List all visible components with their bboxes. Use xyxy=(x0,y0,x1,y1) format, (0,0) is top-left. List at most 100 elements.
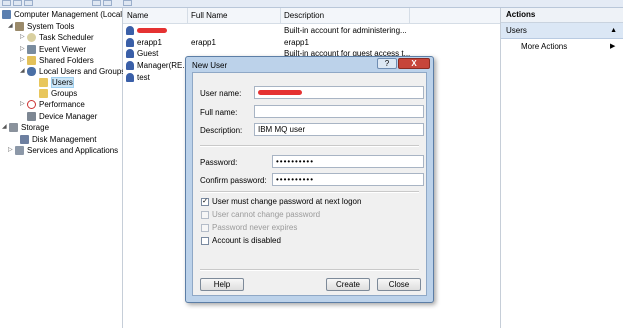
tree-item-shared-folders[interactable]: ▷ Shared Folders xyxy=(20,55,94,66)
tree-item-disk-management[interactable]: Disk Management xyxy=(20,134,96,145)
column-divider[interactable] xyxy=(187,8,188,23)
console-tree: Computer Management (Local ◢ System Tools… xyxy=(0,8,125,328)
collapse-arrow-icon[interactable]: ▷ xyxy=(8,145,15,156)
submenu-arrow-icon: ▶ xyxy=(610,43,616,50)
user-icon xyxy=(126,61,134,71)
tree-item-system-tools[interactable]: ◢ System Tools xyxy=(8,21,74,32)
column-header-full-name[interactable]: Full Name xyxy=(191,11,227,21)
actions-section-users[interactable]: Users ▲ xyxy=(501,23,623,39)
list-header: Name Full Name Description xyxy=(123,8,500,24)
close-button[interactable]: Close xyxy=(377,278,421,291)
shared-folder-icon xyxy=(27,56,36,66)
password-never-expires-checkbox[interactable] xyxy=(201,224,209,232)
column-divider[interactable] xyxy=(409,8,410,23)
separator xyxy=(200,145,419,147)
redaction-mark xyxy=(137,28,167,34)
password-label: Password: xyxy=(200,158,238,167)
row-full-name: erapp1 xyxy=(191,38,216,47)
dialog-body: User name: Full name: Description: IBM M… xyxy=(192,72,427,296)
services-icon xyxy=(15,146,24,156)
confirm-password-field[interactable]: •••••••••• xyxy=(272,173,424,186)
storage-icon xyxy=(9,123,18,133)
tree-item-storage[interactable]: ◢ Storage xyxy=(2,122,49,133)
column-header-name[interactable]: Name xyxy=(127,11,148,21)
description-field[interactable]: IBM MQ user xyxy=(254,123,424,136)
must-change-password-label: User must change password at next logon xyxy=(212,197,362,206)
disk-icon xyxy=(20,135,29,145)
help-title-button[interactable]: ? xyxy=(377,58,397,69)
users-groups-icon xyxy=(27,67,36,77)
collapse-arrow-icon[interactable]: ▷ xyxy=(20,55,27,66)
collapse-arrow-icon[interactable]: ▷ xyxy=(20,99,27,110)
close-title-button[interactable]: X xyxy=(398,58,430,69)
cannot-change-password-checkbox[interactable] xyxy=(201,211,209,219)
tree-item-services-and-applications[interactable]: ▷ Services and Applications xyxy=(8,145,118,156)
password-never-expires-label: Password never expires xyxy=(212,223,298,232)
device-manager-icon xyxy=(27,112,36,122)
tree-item-device-manager[interactable]: Device Manager xyxy=(27,111,97,122)
must-change-password-checkbox[interactable]: ✓ xyxy=(201,198,209,206)
expand-arrow-icon[interactable]: ◢ xyxy=(2,122,9,133)
collapse-arrow-icon[interactable]: ▷ xyxy=(20,44,27,55)
create-button[interactable]: Create xyxy=(326,278,370,291)
more-actions-item[interactable]: More Actions xyxy=(521,41,567,52)
column-divider[interactable] xyxy=(280,8,281,23)
tree-item-groups[interactable]: Groups xyxy=(39,88,77,99)
collapse-arrow-icon[interactable]: ▷ xyxy=(20,32,27,43)
table-row[interactable]: Manager(RE... xyxy=(126,60,189,71)
event-viewer-icon xyxy=(27,45,36,55)
toolbar-button[interactable] xyxy=(123,0,132,6)
row-description: erapp1 xyxy=(284,38,309,47)
user-icon xyxy=(126,73,134,83)
table-row[interactable] xyxy=(126,25,167,36)
help-button[interactable]: Help xyxy=(200,278,244,291)
collapse-up-icon[interactable]: ▲ xyxy=(605,23,617,38)
tools-icon xyxy=(15,22,24,32)
actions-section-label: Users xyxy=(506,26,527,35)
toolbar-button[interactable] xyxy=(103,0,112,6)
dialog-title: New User xyxy=(192,61,228,70)
folder-icon xyxy=(39,89,48,99)
toolbar-button[interactable] xyxy=(2,0,11,6)
confirm-password-label: Confirm password: xyxy=(200,176,267,185)
performance-icon xyxy=(27,100,36,110)
account-disabled-label: Account is disabled xyxy=(212,236,281,245)
full-name-field[interactable] xyxy=(254,105,424,118)
table-row[interactable]: erapp1 xyxy=(126,37,162,48)
user-name-label: User name: xyxy=(200,89,242,98)
user-icon xyxy=(126,49,134,59)
row-description: Built-in account for administering... xyxy=(284,26,407,35)
description-label: Description: xyxy=(200,126,243,135)
actions-pane: Actions Users ▲ More Actions ▶ xyxy=(501,8,623,328)
toolbar-button[interactable] xyxy=(92,0,101,6)
user-name-field[interactable] xyxy=(254,86,424,99)
table-row[interactable]: test xyxy=(126,72,150,83)
tree-item-computer-management[interactable]: Computer Management (Local xyxy=(2,9,122,20)
new-user-dialog: New User ? X User name: Full name: Descr… xyxy=(185,56,434,303)
clock-icon xyxy=(27,33,36,43)
column-header-description[interactable]: Description xyxy=(284,11,324,21)
table-row[interactable]: Guest xyxy=(126,48,158,59)
cannot-change-password-label: User cannot change password xyxy=(212,210,321,219)
tree-item-users[interactable]: Users xyxy=(39,77,74,88)
folder-icon xyxy=(39,78,48,88)
password-field[interactable]: •••••••••• xyxy=(272,155,424,168)
separator xyxy=(200,269,419,271)
actions-header: Actions xyxy=(501,8,623,23)
toolbar-button[interactable] xyxy=(13,0,22,6)
redaction-mark xyxy=(258,89,302,95)
toolbar xyxy=(0,0,623,8)
expand-arrow-icon[interactable]: ◢ xyxy=(8,21,15,32)
tree-item-performance[interactable]: ▷ Performance xyxy=(20,99,85,110)
tree-item-task-scheduler[interactable]: ▷ Task Scheduler xyxy=(20,32,94,43)
user-icon xyxy=(126,26,134,36)
expand-arrow-icon[interactable]: ◢ xyxy=(20,66,27,77)
separator xyxy=(200,191,419,193)
full-name-label: Full name: xyxy=(200,108,238,117)
tree-item-local-users-and-groups[interactable]: ◢ Local Users and Groups xyxy=(20,66,125,77)
account-disabled-checkbox[interactable] xyxy=(201,237,209,245)
user-icon xyxy=(126,38,134,48)
computer-icon xyxy=(2,10,11,20)
tree-item-event-viewer[interactable]: ▷ Event Viewer xyxy=(20,44,86,55)
toolbar-button[interactable] xyxy=(24,0,33,6)
